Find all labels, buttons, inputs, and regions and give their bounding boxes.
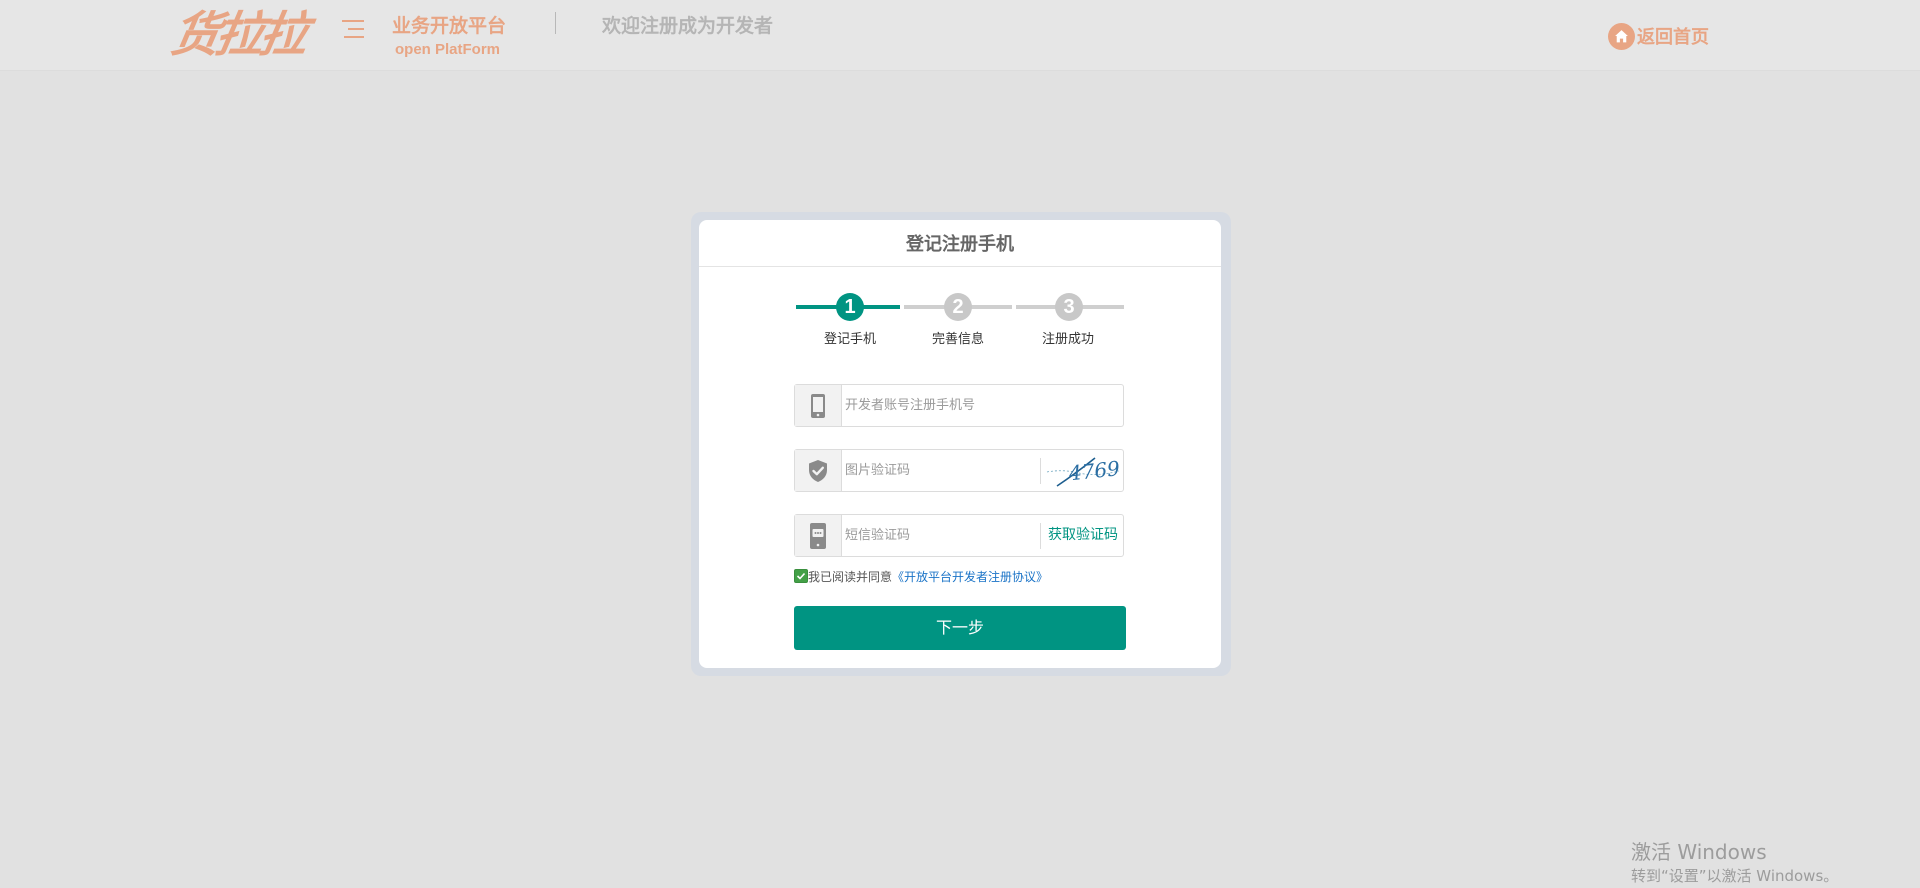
step-indicator: 1 2 3 登记手机 完善信息 注册成功 xyxy=(796,290,1126,350)
logo-speed-lines xyxy=(342,20,364,44)
step-circle-2: 2 xyxy=(944,293,972,321)
welcome-text: 欢迎注册成为开发者 xyxy=(602,15,774,37)
step-label-2: 完善信息 xyxy=(931,332,984,347)
home-link-label: 返回首页 xyxy=(1637,27,1709,48)
agreement-text: 我已阅读并同意 xyxy=(808,569,893,584)
back-home-link[interactable]: 返回首页 xyxy=(1608,22,1709,50)
activate-windows-subtitle: 转到“设置”以激活 Windows。 xyxy=(1631,867,1839,885)
get-sms-code-button[interactable]: 获取验证码 xyxy=(1041,515,1125,556)
header-divider xyxy=(555,12,556,34)
agreement-checkbox[interactable] xyxy=(794,569,808,583)
shield-check-icon xyxy=(795,450,842,491)
captcha-field: 4769 xyxy=(794,449,1124,492)
registration-card: 登记注册手机 1 2 3 登记手机 完善信息 注册成功 开发者账号注册手机号 图… xyxy=(699,220,1221,668)
step-label-1: 登记手机 xyxy=(823,332,876,347)
phone-icon xyxy=(795,385,842,426)
brand-logo[interactable]: 货拉拉 xyxy=(167,6,364,64)
agreement-link[interactable]: 《开放平台开发者注册协议》 xyxy=(892,568,1048,585)
next-step-button[interactable]: 下一步 xyxy=(794,606,1126,650)
captcha-text: 4769 xyxy=(1067,456,1121,485)
captcha-input[interactable] xyxy=(843,450,1037,491)
platform-subtitle: open PlatForm xyxy=(395,41,501,58)
step-circle-3: 3 xyxy=(1055,293,1083,321)
phone-input[interactable] xyxy=(843,385,1121,426)
top-header: 货拉拉 业务开放平台 open PlatForm 欢迎注册成为开发者 返回首页 xyxy=(0,0,1920,71)
phone-field xyxy=(794,384,1124,427)
card-title: 登记注册手机 xyxy=(699,220,1221,267)
sms-code-input[interactable] xyxy=(843,515,1037,556)
sms-field: 获取验证码 xyxy=(794,514,1124,557)
step-label-3: 注册成功 xyxy=(1041,332,1094,347)
sms-icon xyxy=(795,515,842,556)
step-circle-1: 1 xyxy=(836,293,864,321)
captcha-image[interactable]: 4769 xyxy=(1045,452,1121,489)
captcha-separator xyxy=(1040,458,1041,484)
agreement-row: 我已阅读并同意 《开放平台开发者注册协议》 xyxy=(794,567,1048,585)
home-icon xyxy=(1608,22,1635,50)
logo-text: 货拉拉 xyxy=(167,7,309,63)
registration-card-frame: 登记注册手机 1 2 3 登记手机 完善信息 注册成功 开发者账号注册手机号 图… xyxy=(691,212,1231,676)
check-icon xyxy=(796,572,806,580)
platform-name: 业务开放平台 xyxy=(392,15,507,37)
activate-windows-title: 激活 Windows xyxy=(1631,840,1767,864)
